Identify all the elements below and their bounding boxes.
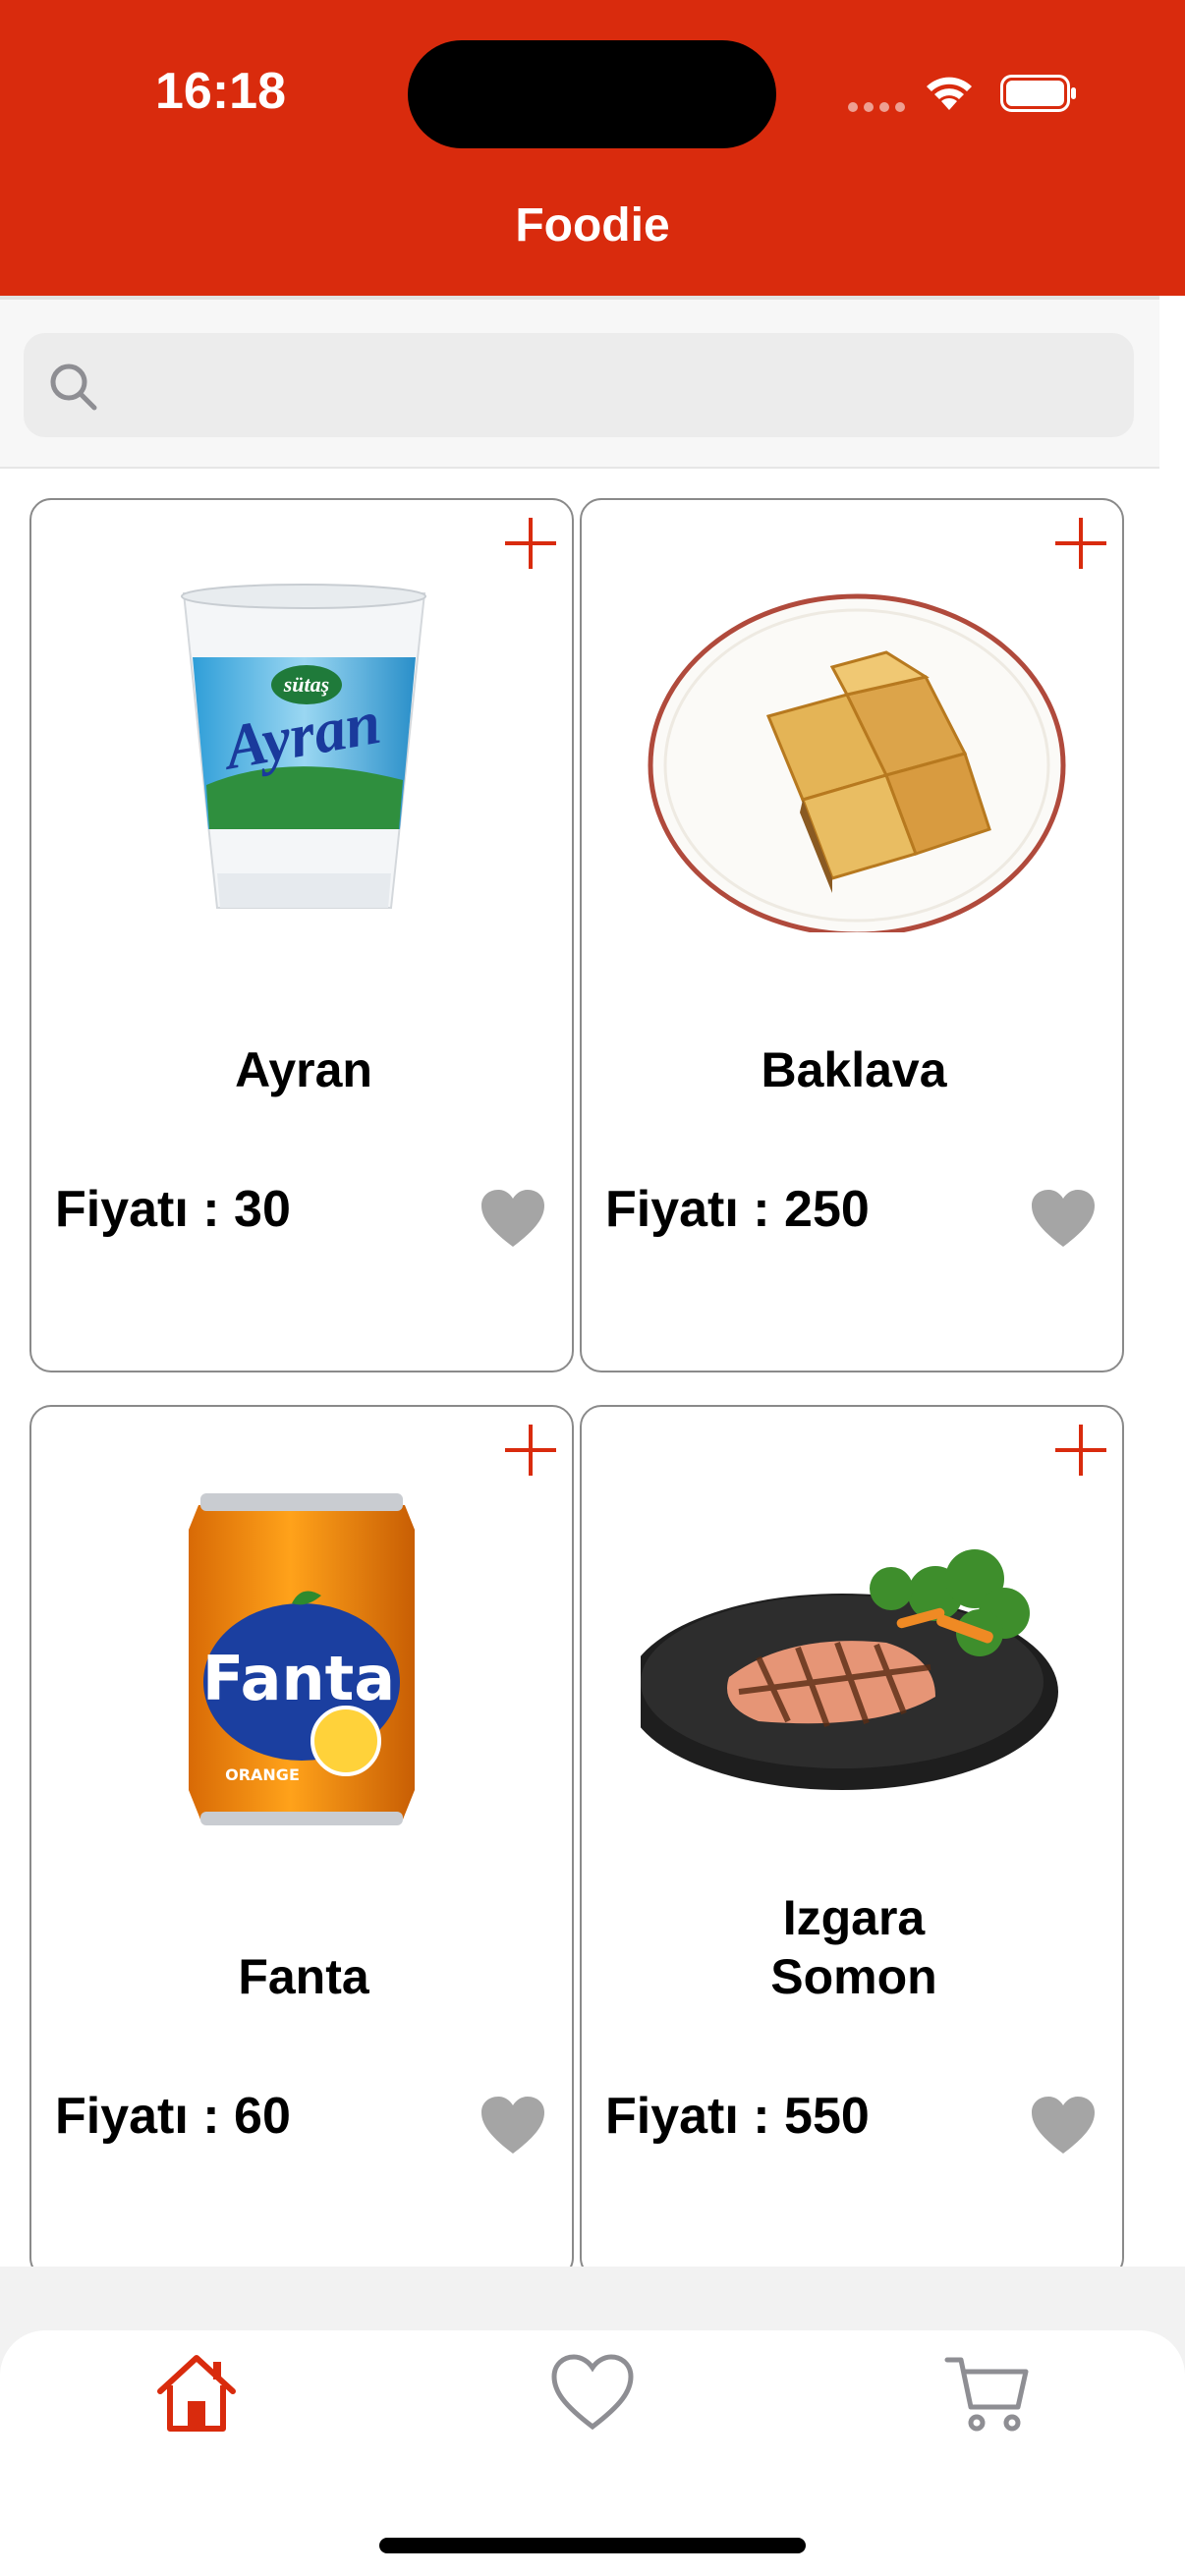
page-title: Foodie xyxy=(515,199,670,252)
product-name: Ayran xyxy=(235,1042,372,1097)
ayran-cup-image: sütaş Ayran xyxy=(181,584,426,909)
product-price: Fiyatı : 30 xyxy=(55,1181,291,1238)
status-time: 16:18 xyxy=(155,63,286,120)
favorite-heart-icon[interactable] xyxy=(1030,2095,1097,2157)
search-input[interactable] xyxy=(112,333,1118,439)
grilled-salmon-image xyxy=(641,1549,1058,1790)
cellular-signal-icon xyxy=(848,102,907,112)
cart-icon xyxy=(944,2357,1029,2432)
product-card-ayran[interactable]: sütaş Ayran Ayran Fiyatı : 30 xyxy=(29,498,574,1372)
product-name: Fanta xyxy=(238,1949,369,2004)
fanta-can-image: Fanta ORANGE xyxy=(189,1493,415,1825)
tab-favorites[interactable] xyxy=(548,2350,637,2438)
heart-icon xyxy=(551,2354,634,2431)
tab-cart[interactable] xyxy=(943,2350,1032,2438)
favorite-heart-icon[interactable] xyxy=(480,1188,546,1251)
add-to-cart-button[interactable] xyxy=(1051,514,1110,573)
baklava-plate-image xyxy=(648,593,1066,932)
product-price: Fiyatı : 60 xyxy=(55,2088,291,2145)
product-card-fanta[interactable]: Fanta ORANGE Fanta Fiyatı : 60 xyxy=(29,1405,574,2267)
home-icon xyxy=(157,2355,236,2432)
product-name: Izgara Somon xyxy=(770,1890,937,2004)
status-indicators xyxy=(845,69,1091,118)
search-bar-container xyxy=(0,296,1159,469)
add-to-cart-button[interactable] xyxy=(1051,1421,1110,1480)
ayran-brand-text: sütaş xyxy=(283,672,329,697)
favorite-heart-icon[interactable] xyxy=(1030,1188,1097,1251)
home-indicator xyxy=(379,2538,806,2553)
dynamic-island xyxy=(408,40,776,148)
search-icon xyxy=(50,364,97,411)
navigation-header: 16:18 Foodie xyxy=(0,0,1185,296)
product-card-baklava[interactable]: Baklava Fiyatı : 250 xyxy=(580,498,1124,1372)
product-price: Fiyatı : 250 xyxy=(605,1181,870,1238)
fanta-label-text: Fanta xyxy=(202,1643,395,1714)
wifi-icon xyxy=(927,77,972,110)
product-card-izgara-somon[interactable]: Izgara Somon Fiyatı : 550 xyxy=(580,1405,1124,2267)
search-field[interactable] xyxy=(24,333,1134,439)
add-to-cart-button[interactable] xyxy=(501,1421,560,1480)
fanta-flavor-text: ORANGE xyxy=(225,1765,300,1784)
battery-icon xyxy=(1000,75,1076,112)
add-to-cart-button[interactable] xyxy=(501,514,560,573)
favorite-heart-icon[interactable] xyxy=(480,2095,546,2157)
product-grid: sütaş Ayran Ayran Fiyatı : 30 Baklava Fi… xyxy=(0,469,1159,2267)
tab-home[interactable] xyxy=(152,2350,241,2438)
product-price: Fiyatı : 550 xyxy=(605,2088,870,2145)
product-name: Baklava xyxy=(761,1042,947,1097)
